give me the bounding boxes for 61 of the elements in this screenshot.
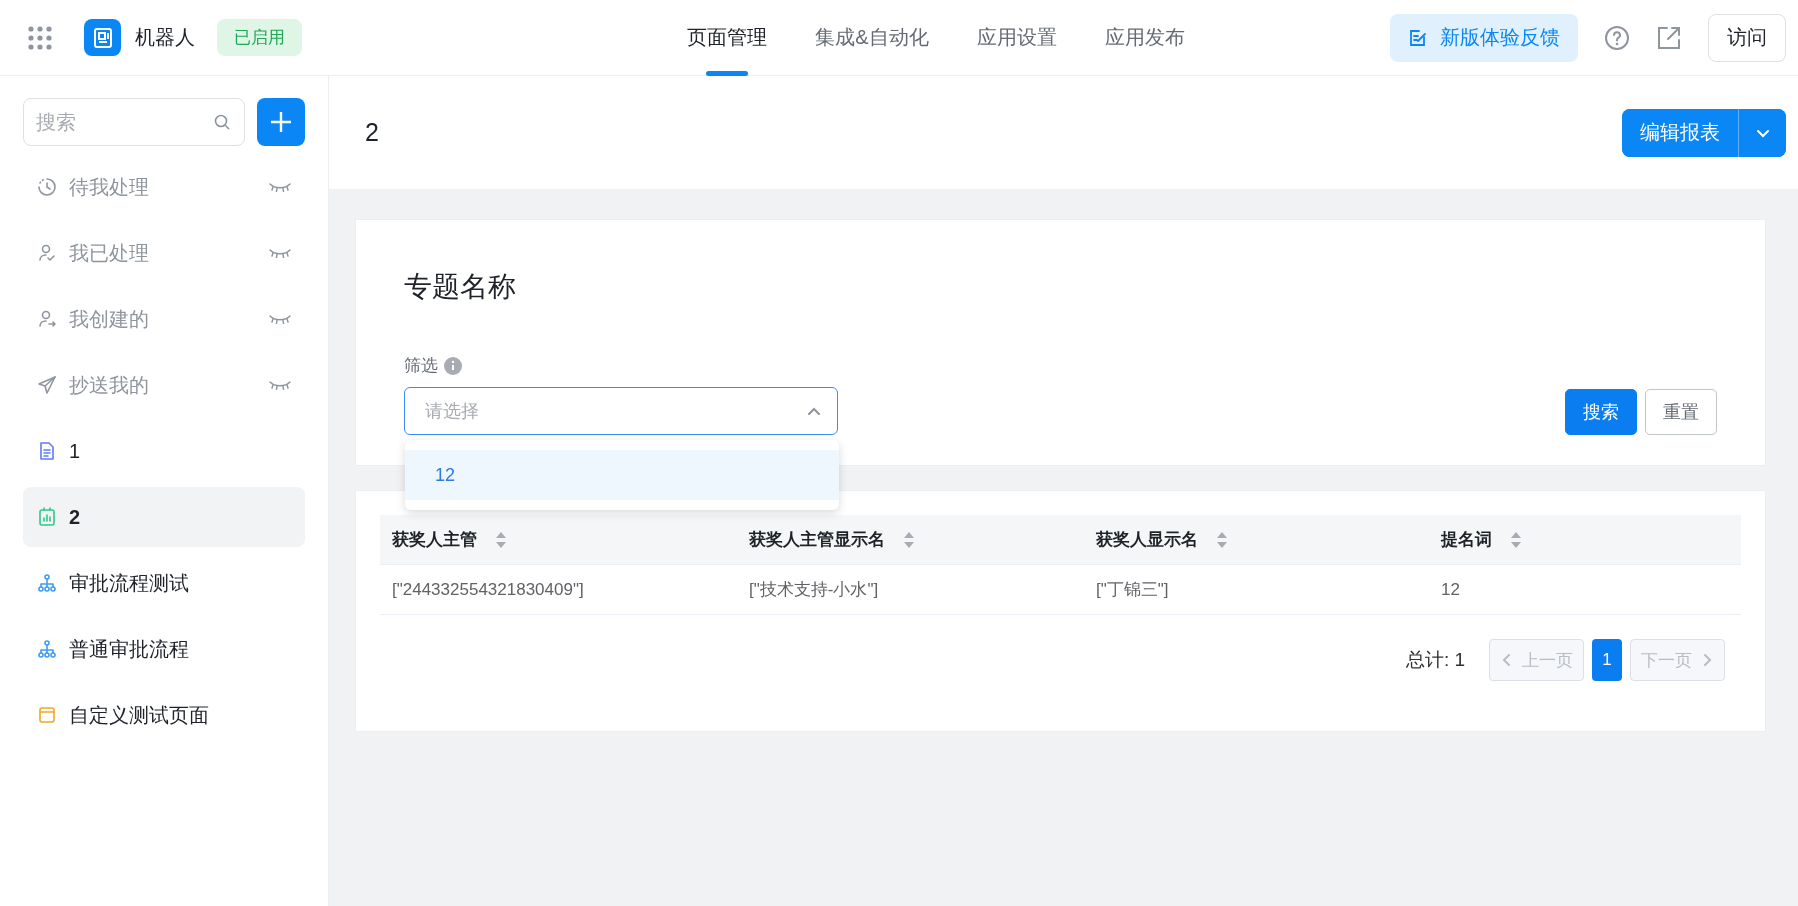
dropdown-caret-button[interactable] bbox=[1738, 108, 1786, 157]
visit-button[interactable]: 访问 bbox=[1708, 13, 1786, 62]
sort-icon bbox=[1510, 530, 1522, 549]
apps-grid-icon[interactable] bbox=[28, 25, 52, 50]
plus-icon bbox=[269, 110, 293, 134]
sidebar-item[interactable]: 1 bbox=[23, 421, 305, 481]
document-icon bbox=[37, 441, 57, 461]
external-link-icon[interactable] bbox=[1656, 24, 1682, 51]
chart-icon bbox=[37, 507, 57, 527]
edit-note-icon bbox=[1408, 27, 1428, 48]
total-count: 总计: 1 bbox=[1405, 648, 1465, 672]
closed-eye-icon bbox=[269, 248, 291, 258]
section-title: 专题名称 bbox=[404, 270, 517, 304]
table-cell: 12 bbox=[1429, 565, 1741, 615]
column-header: 获奖人显示名 bbox=[1084, 515, 1429, 565]
feedback-button[interactable]: 新版体验反馈 bbox=[1390, 13, 1578, 62]
help-icon[interactable] bbox=[1604, 24, 1630, 51]
window-icon bbox=[37, 705, 57, 725]
filter-label: 筛选 bbox=[404, 355, 438, 377]
nav-tab[interactable]: 应用设置 bbox=[976, 0, 1057, 76]
sidebar-item[interactable]: 我创建的 bbox=[23, 289, 305, 349]
hierarchy-icon bbox=[37, 639, 57, 659]
reset-button[interactable]: 重置 bbox=[1645, 389, 1717, 435]
status-badge: 已启用 bbox=[217, 19, 302, 56]
search-button[interactable]: 搜索 bbox=[1565, 389, 1637, 435]
send-icon bbox=[37, 375, 57, 395]
app-name: 机器人 bbox=[135, 25, 195, 50]
table-cell: ["丁锦三"] bbox=[1084, 565, 1429, 615]
column-header: 获奖人主管显示名 bbox=[737, 515, 1084, 565]
hierarchy-icon bbox=[37, 573, 57, 593]
table-cell: ["244332554321830409"] bbox=[380, 565, 737, 615]
search-icon[interactable] bbox=[213, 113, 231, 131]
closed-eye-icon bbox=[269, 314, 291, 324]
clock-icon bbox=[37, 177, 57, 197]
nav-tab[interactable]: 页面管理 bbox=[687, 0, 768, 76]
sidebar-item[interactable]: 我已处理 bbox=[23, 223, 305, 283]
sort-icon bbox=[903, 530, 915, 549]
closed-eye-icon bbox=[269, 380, 291, 390]
user-arrow-icon bbox=[37, 309, 57, 329]
user-check-icon bbox=[37, 243, 57, 263]
sidebar-item[interactable]: 普通审批流程 bbox=[23, 619, 305, 679]
nav-tab[interactable]: 应用发布 bbox=[1104, 0, 1185, 76]
dropdown-option[interactable]: 12 bbox=[405, 450, 839, 500]
sidebar-item[interactable]: 待我处理 bbox=[23, 157, 305, 217]
sort-icon bbox=[495, 530, 507, 549]
page-title: 2 bbox=[365, 118, 379, 147]
info-icon bbox=[444, 356, 462, 375]
add-button[interactable] bbox=[257, 98, 305, 146]
sidebar-item[interactable]: 审批流程测试 bbox=[23, 553, 305, 613]
closed-eye-icon bbox=[269, 182, 291, 192]
page-number[interactable]: 1 bbox=[1592, 639, 1622, 681]
column-header: 获奖人主管 bbox=[380, 515, 737, 565]
sidebar-item[interactable]: 2 bbox=[23, 487, 305, 547]
sidebar-item[interactable]: 抄送我的 bbox=[23, 355, 305, 415]
table-cell: ["技术支持-小水"] bbox=[737, 565, 1084, 615]
column-header: 提名词 bbox=[1429, 515, 1741, 565]
nav-tab[interactable]: 集成&自动化 bbox=[815, 0, 929, 76]
app-logo bbox=[84, 19, 121, 56]
sort-icon bbox=[1216, 530, 1228, 549]
sidebar-item[interactable]: 自定义测试页面 bbox=[23, 685, 305, 745]
search-field[interactable]: 搜索 bbox=[23, 98, 245, 146]
